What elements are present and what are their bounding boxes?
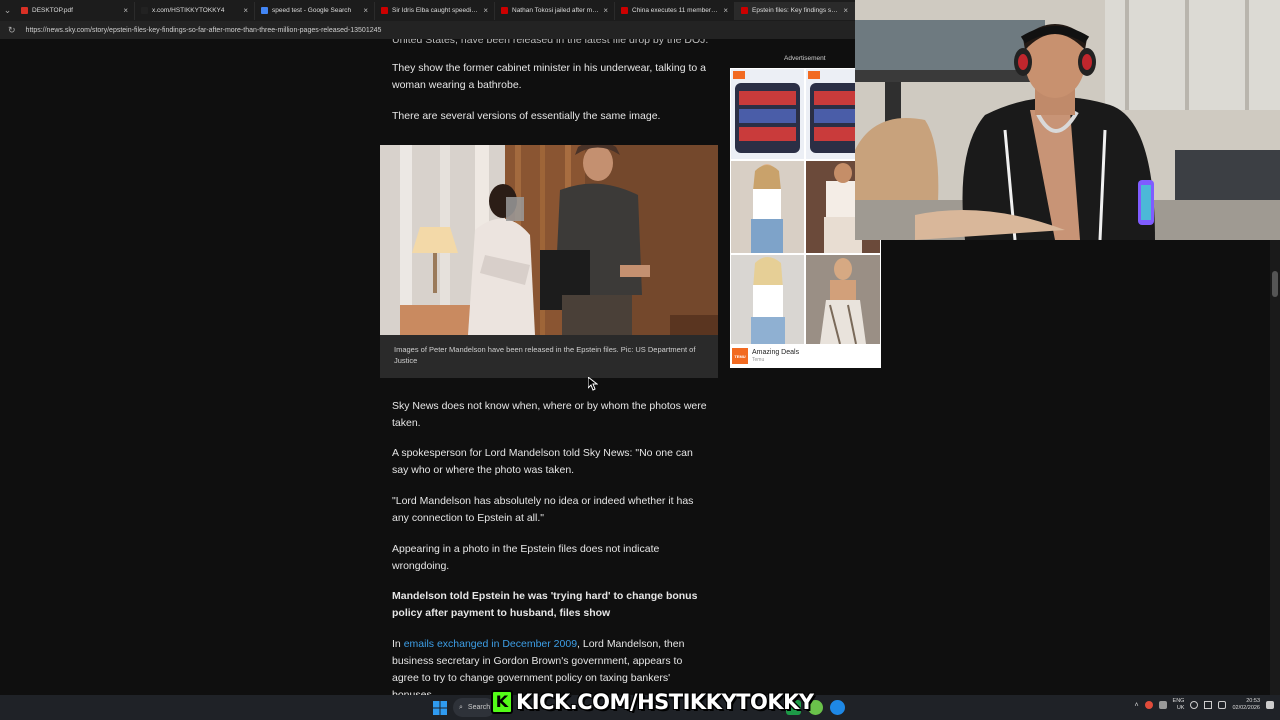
ad-title: Amazing Deals (752, 349, 800, 356)
tab-favicon-icon (141, 7, 148, 14)
tab-favicon-icon (741, 7, 748, 14)
product-image (751, 257, 785, 344)
tab-favicon-icon (21, 7, 28, 14)
product-image (820, 258, 866, 344)
photo-caption: Images of Peter Mandelson have been rele… (380, 335, 718, 378)
tab-title: Sir Idris Elba caught speeding on ... (392, 7, 479, 14)
webcam-overlay (855, 0, 1280, 240)
article-subheading: Mandelson told Epstein he was 'trying ha… (392, 590, 698, 619)
ad-product-image (731, 161, 804, 253)
browser-tab[interactable]: DESKTOP.pdf × (15, 1, 135, 20)
chevron-up-icon[interactable]: ˄ (1134, 702, 1138, 709)
kick-logo-icon: K (491, 689, 513, 714)
article-photo[interactable] (380, 145, 718, 335)
language-region: UK (1176, 705, 1185, 711)
system-tray: ˄ ENG UK 20:53 02/02/2026 (1134, 698, 1274, 712)
search-icon: ⌕ (459, 703, 463, 711)
tab-close-icon[interactable]: × (603, 6, 608, 15)
kick-channel-text: KICK.COM/HSTIKKYTOKKY (515, 689, 814, 714)
taskbar-search[interactable]: ⌕ Search (453, 698, 495, 717)
ad-footer[interactable]: TEMU Amazing Deals Temu (732, 346, 878, 366)
temu-logo: TEMU (732, 348, 748, 364)
tab-title: speed test - Google Search (272, 7, 352, 14)
scrollbar-thumb[interactable] (1272, 271, 1278, 297)
system-clock[interactable]: 20:53 02/02/2026 (1232, 698, 1260, 712)
microphone-icon[interactable] (1158, 701, 1167, 709)
clock-time: 20:53 (1246, 698, 1260, 704)
tab-favicon-icon (381, 7, 388, 14)
tab-search-menu[interactable]: ⌄ (0, 5, 15, 16)
article-paragraph: A spokesperson for Lord Mandelson told S… (392, 447, 693, 476)
tab-title: Nathan Tokosi jailed after man sh... (512, 7, 600, 14)
ad-subtitle: Temu (752, 357, 765, 363)
tab-title: DESKTOP.pdf (32, 7, 73, 14)
emails-link[interactable]: emails exchanged in December 2009 (404, 638, 577, 650)
webcam-scene (855, 0, 1280, 240)
url-field[interactable]: https://news.sky.com/story/epstein-files… (26, 27, 382, 34)
article-paragraph: Appearing in a photo in the Epstein file… (392, 543, 660, 572)
tab-close-icon[interactable]: × (723, 6, 728, 15)
browser-tab[interactable]: Epstein files: Key findings so far af...… (735, 1, 855, 20)
windows-start-icon[interactable] (433, 701, 447, 715)
tab-close-icon[interactable]: × (843, 6, 848, 15)
photo-scene (380, 145, 718, 335)
article-partial-line: United States, have been released in the… (392, 39, 709, 46)
clock-date: 02/02/2026 (1232, 705, 1260, 711)
ad-product-image (731, 69, 804, 159)
article-paragraph: Sky News does not know when, where or by… (392, 400, 707, 429)
browser-tab[interactable]: Nathan Tokosi jailed after man sh...× (495, 1, 615, 20)
tab-favicon-icon (261, 7, 268, 14)
article-paragraph: They show the former cabinet minister in… (392, 62, 706, 91)
taskbar-search-label: Search (467, 704, 491, 711)
product-image (751, 164, 783, 253)
tab-favicon-icon (501, 7, 508, 14)
browser-tab[interactable]: Sir Idris Elba caught speeding on ... × (375, 1, 495, 20)
mouse-cursor-icon (588, 377, 598, 391)
ad-label: Advertisement (784, 55, 826, 62)
stream-overlay-kick: K KICK.COM/HSTIKKYTOKKY (491, 687, 815, 716)
article-paragraph: "Lord Mandelson has absolutely no idea o… (392, 495, 694, 524)
reload-icon[interactable]: ↻ (8, 25, 16, 36)
notification-icon[interactable] (1266, 701, 1274, 709)
browser-tab[interactable]: China executes 11 members of M...× (615, 1, 735, 20)
tab-title: China executes 11 members of M... (632, 7, 720, 14)
address-bar: ↻ https://news.sky.com/story/epstein-fil… (0, 21, 855, 39)
tab-favicon-icon (621, 7, 628, 14)
tab-title: x.com/HSTIKKYTOKKY4 (152, 7, 225, 14)
article-paragraph: There are several versions of essentiall… (392, 110, 661, 122)
tab-title: Epstein files: Key findings so far af... (752, 7, 839, 14)
browser-tab[interactable]: speed test - Google Search × (255, 1, 375, 20)
volume-icon[interactable] (1204, 701, 1213, 709)
tray-app-icon[interactable] (1144, 701, 1153, 709)
tab-close-icon[interactable]: × (363, 6, 368, 15)
tab-close-icon[interactable]: × (123, 6, 128, 15)
battery-icon[interactable] (1218, 701, 1227, 709)
paragraph-text: In (392, 638, 404, 650)
language-code: ENG (1172, 698, 1185, 704)
browser-tab-bar: ⌄ DESKTOP.pdf × x.com/HSTIKKYTOKKY4 × speed … (0, 0, 855, 21)
tab-close-icon[interactable]: × (483, 6, 488, 15)
product-image (733, 71, 800, 153)
ad-product-image (806, 255, 880, 344)
wifi-icon[interactable] (1190, 701, 1199, 709)
tab-close-icon[interactable]: × (243, 6, 248, 15)
ad-product-image (731, 255, 804, 344)
browser-tab[interactable]: x.com/HSTIKKYTOKKY4 × (135, 1, 255, 20)
language-indicator[interactable]: ENG UK (1173, 698, 1185, 712)
edge-app-icon[interactable] (830, 700, 845, 715)
